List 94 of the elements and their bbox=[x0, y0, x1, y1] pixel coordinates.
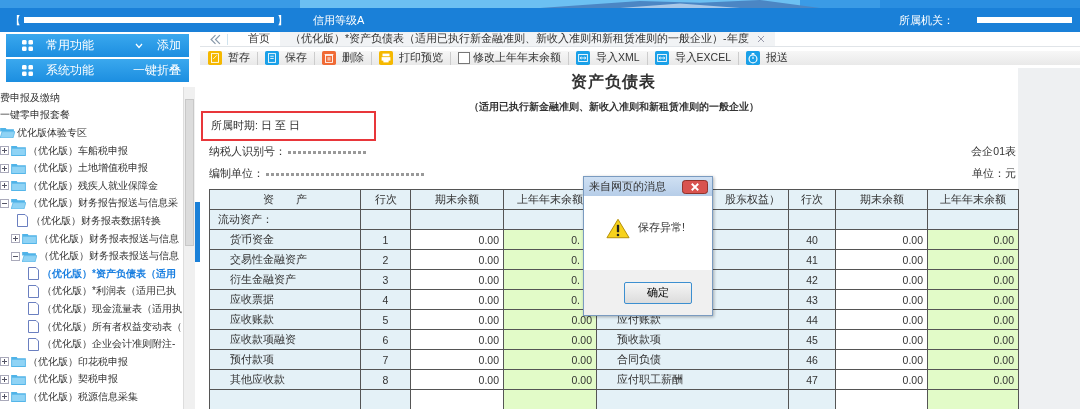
ok-button[interactable]: 确定 bbox=[624, 281, 692, 304]
collapse-icon[interactable] bbox=[11, 251, 20, 261]
toolbar-button[interactable]: 导入EXCEL bbox=[654, 51, 732, 65]
column-header: 行次 bbox=[788, 189, 836, 210]
table-cell: 应收款项融资 bbox=[209, 329, 361, 350]
tree-item[interactable]: 优化版体验专区 bbox=[17, 126, 87, 140]
tree-item[interactable]: （优化版）财务报表数据转换 bbox=[31, 213, 161, 228]
folder-icon bbox=[11, 373, 26, 385]
folder-icon bbox=[11, 145, 26, 157]
expand-icon[interactable] bbox=[0, 181, 9, 191]
credit-level: 信用等级A bbox=[313, 12, 365, 28]
table-cell: 应收账款 bbox=[209, 309, 361, 330]
toolbar-button[interactable]: 导入XML bbox=[576, 51, 640, 65]
tree-item[interactable]: （优化版）土地增值税申报 bbox=[28, 161, 148, 176]
document-icon bbox=[28, 284, 39, 298]
table-cell: 预付款项 bbox=[209, 349, 361, 370]
column-header: 上年年末余额 bbox=[927, 189, 1019, 210]
toolbar-button[interactable]: 暂存 bbox=[208, 51, 250, 65]
folder-icon bbox=[22, 233, 37, 245]
column-header: 期末余额 bbox=[410, 189, 504, 210]
column-header: 期末余额 bbox=[835, 189, 928, 210]
collapse-icon[interactable] bbox=[0, 198, 9, 208]
tree-item[interactable]: 费申报及缴纳 bbox=[0, 90, 60, 105]
column-header: 行次 bbox=[360, 189, 411, 210]
form-title: 资产负债表 bbox=[570, 71, 657, 93]
authority-label: 所属机关： bbox=[899, 12, 954, 28]
tree-item[interactable]: （优化版）契税申报 bbox=[28, 372, 118, 387]
document-icon bbox=[28, 267, 39, 281]
tab[interactable]: （优化版）*资产负债表（适用已执行新金融准则、新收入准则和新租赁准则的一般企业）-年度 bbox=[280, 32, 775, 46]
table-cell: 流动资产： bbox=[209, 209, 361, 230]
toolbar-button[interactable]: 报送 bbox=[746, 51, 789, 65]
toolbar-button[interactable]: 保存 bbox=[265, 51, 307, 65]
table-cell: 合同负债 bbox=[617, 352, 661, 365]
checkbox[interactable] bbox=[458, 52, 470, 64]
dialog-message: 保存异常! bbox=[638, 221, 685, 235]
menu-label: 系统功能 bbox=[46, 63, 95, 78]
bracket-text: 】 bbox=[277, 12, 288, 28]
company-label: 编制单位： bbox=[209, 167, 264, 181]
expand-icon[interactable] bbox=[0, 163, 9, 173]
double-chevron-icon[interactable] bbox=[210, 33, 228, 45]
expand-icon[interactable] bbox=[11, 234, 20, 244]
folder-icon bbox=[11, 162, 26, 174]
chevron-down-icon[interactable] bbox=[135, 42, 143, 49]
toolbar-button[interactable]: 删除 bbox=[322, 51, 364, 65]
document-icon bbox=[17, 214, 28, 228]
tree-item[interactable]: （优化版）财务报表报送与信息 bbox=[39, 231, 179, 246]
checkbox-label[interactable]: 修改上年年末余额 bbox=[473, 51, 561, 65]
tree-item[interactable]: （优化版）所有者权益变动表（ bbox=[42, 319, 182, 334]
document-icon bbox=[28, 337, 39, 351]
tree-item[interactable]: （优化版）财务报表报送与信息 bbox=[39, 249, 179, 264]
tree-item[interactable]: （优化版）残疾人就业保障金 bbox=[28, 178, 158, 193]
column-header: 资 产 bbox=[209, 189, 361, 210]
tree-item[interactable]: （优化版）*利润表（适用已执 bbox=[42, 284, 176, 299]
collapse-handle[interactable] bbox=[195, 202, 200, 262]
tree-item[interactable]: （优化版）*资产负债表（适用 bbox=[42, 266, 176, 281]
toolbar-button[interactable]: 打印预览 bbox=[379, 51, 443, 65]
taxpayer-id-label: 纳税人识别号： bbox=[209, 145, 286, 159]
close-icon[interactable] bbox=[682, 179, 708, 194]
folder-icon bbox=[11, 391, 26, 403]
tree-item[interactable]: （优化版）财务报告报送与信息采 bbox=[28, 196, 178, 211]
tree-item[interactable]: （优化版）税源信息采集 bbox=[28, 389, 138, 404]
expand-icon[interactable] bbox=[0, 146, 9, 156]
tree-item[interactable]: （优化版）现金流量表（适用执 bbox=[42, 301, 182, 316]
table-cell: 预收款项 bbox=[617, 332, 661, 345]
table-cell: 货币资金 bbox=[209, 229, 361, 250]
expand-icon[interactable] bbox=[0, 357, 9, 367]
expand-icon[interactable] bbox=[0, 392, 9, 402]
tree-item[interactable]: 一键零申报套餐 bbox=[0, 108, 70, 123]
warning-icon bbox=[606, 217, 630, 239]
scrollbar[interactable] bbox=[183, 87, 195, 409]
document-icon bbox=[28, 302, 39, 316]
tree-item[interactable]: （优化版）车船税申报 bbox=[28, 143, 128, 158]
grid-icon bbox=[22, 65, 33, 76]
period-text: 所属时期: 日 至 日 bbox=[211, 119, 300, 133]
open-folder-icon bbox=[11, 197, 26, 209]
table-cell: 衍生金融资产 bbox=[209, 269, 361, 290]
table-cell: 应收票据 bbox=[209, 289, 361, 310]
document-icon bbox=[28, 320, 39, 333]
table-cell: 其他应收款 bbox=[209, 369, 361, 390]
menu-label: 常用功能 bbox=[46, 38, 95, 53]
folder-icon bbox=[11, 356, 26, 368]
form-code: 会企01表 bbox=[971, 145, 1017, 159]
scrollbar-thumb[interactable] bbox=[185, 99, 194, 246]
tree-item[interactable]: （优化版）印花税申报 bbox=[28, 354, 128, 369]
expand-icon[interactable] bbox=[0, 374, 9, 384]
tree-item[interactable]: （优化版）企业会计准则附注- bbox=[42, 337, 176, 352]
form-subtitle: （适用已执行新金融准则、新收入准则和新租赁准则的一般企业） bbox=[467, 100, 760, 114]
open-folder-icon bbox=[22, 250, 37, 262]
grid-icon bbox=[22, 40, 33, 51]
table-cell: 应付职工薪酬 bbox=[617, 372, 683, 385]
bracket-text: 【 bbox=[10, 12, 21, 28]
currency-unit: 单位：元 bbox=[972, 167, 1017, 181]
table-cell: 交易性金融资产 bbox=[209, 249, 361, 270]
folder-icon bbox=[11, 180, 26, 192]
